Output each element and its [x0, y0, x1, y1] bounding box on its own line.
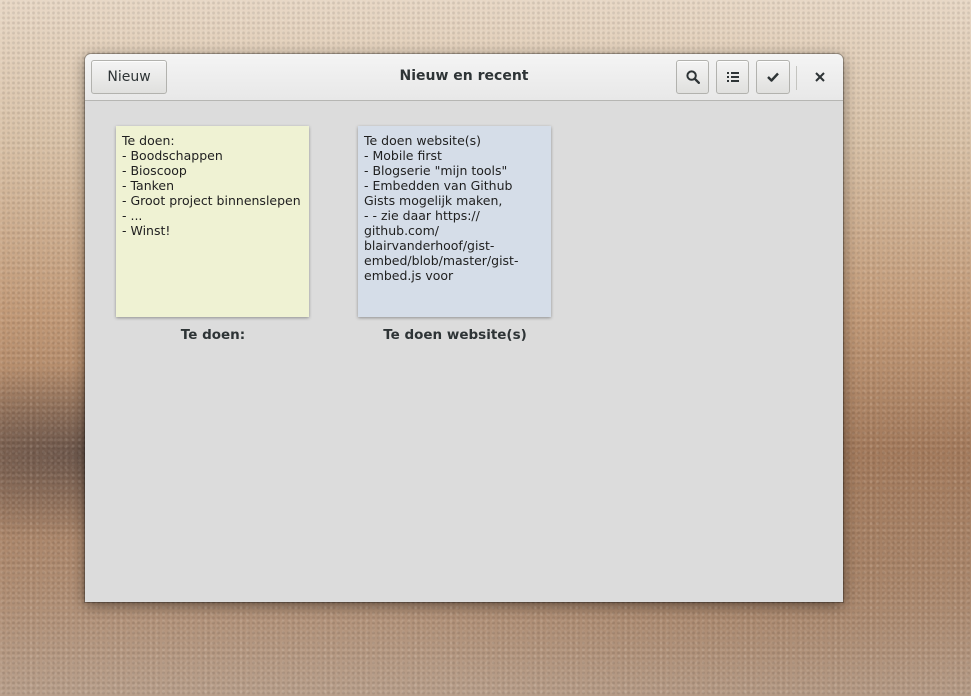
headerbar-separator	[796, 66, 797, 90]
note-card[interactable]: Te doen website(s) - Mobile first - Blog…	[358, 126, 551, 317]
list-view-button[interactable]	[716, 60, 749, 94]
close-icon	[815, 72, 825, 82]
notes-grid: Te doen: - Boodschappen - Bioscoop - Tan…	[85, 101, 843, 602]
note-item[interactable]: Te doen: - Boodschappen - Bioscoop - Tan…	[116, 126, 310, 343]
search-icon	[685, 70, 700, 84]
list-view-icon	[726, 72, 739, 82]
search-button[interactable]	[676, 60, 709, 94]
notes-window: Nieuw Nieuw en recent Te doen: - Boodsch…	[85, 54, 843, 602]
note-title: Te doen:	[180, 327, 246, 343]
note-item[interactable]: Te doen website(s) - Mobile first - Blog…	[358, 126, 552, 343]
checkmark-icon	[767, 72, 779, 82]
note-card[interactable]: Te doen: - Boodschappen - Bioscoop - Tan…	[116, 126, 309, 317]
close-button[interactable]	[803, 62, 837, 92]
headerbar: Nieuw Nieuw en recent	[85, 54, 843, 101]
selection-mode-button[interactable]	[756, 60, 790, 94]
note-title: Te doen website(s)	[383, 327, 527, 343]
